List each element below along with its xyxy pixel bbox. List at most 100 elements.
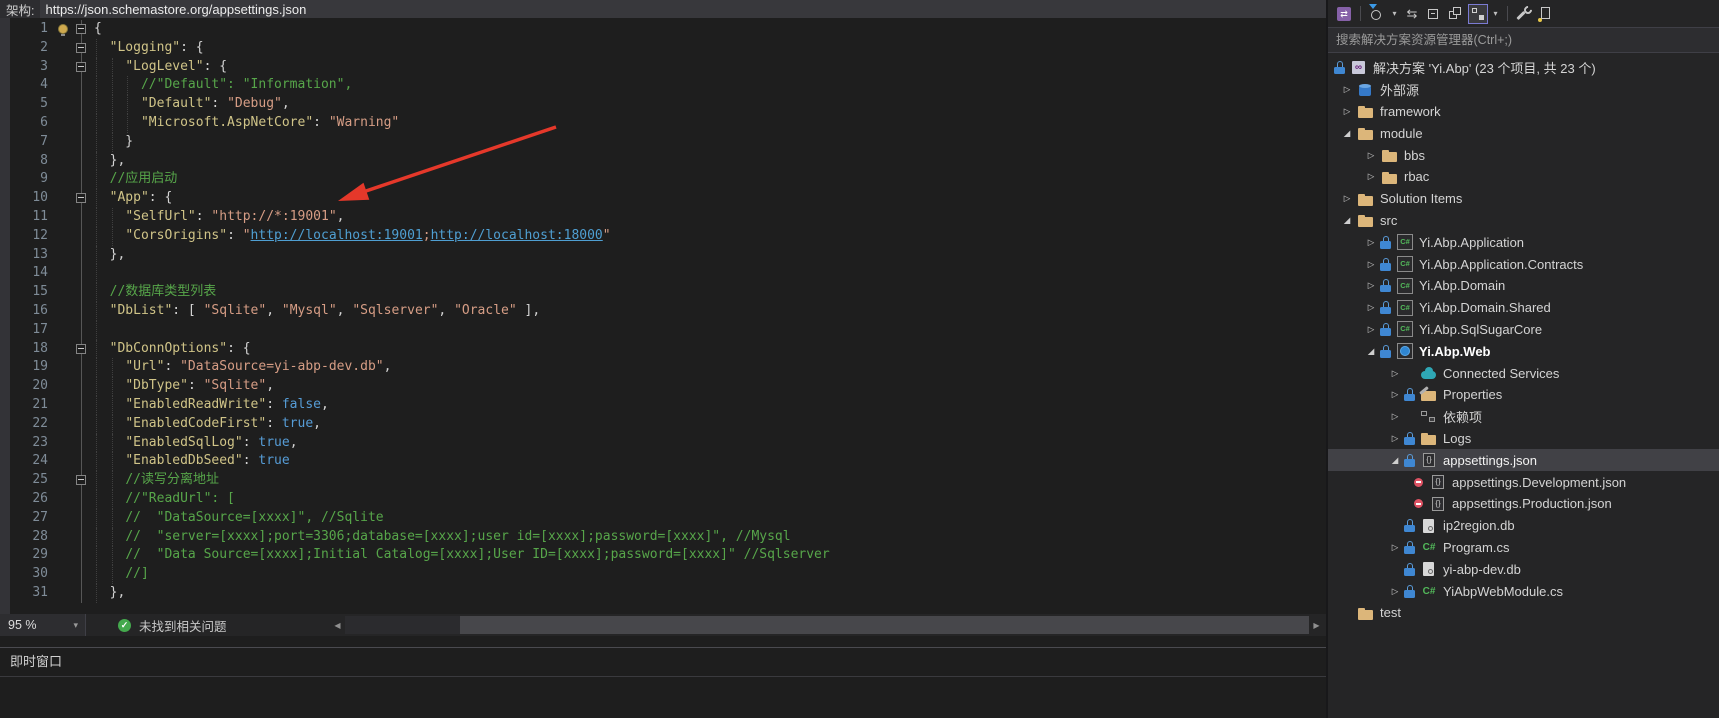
- tree-item[interactable]: ▷framework: [1328, 101, 1719, 123]
- preview-icon[interactable]: [1536, 4, 1556, 24]
- sync-selected-icon[interactable]: [1468, 4, 1488, 24]
- tree-item[interactable]: ▷Yi.Abp.Application: [1328, 231, 1719, 253]
- history-icon[interactable]: [1367, 4, 1387, 24]
- code-line[interactable]: 14: [0, 264, 1326, 283]
- chevron-collapsed-icon[interactable]: ▷: [1362, 280, 1380, 291]
- tree-item[interactable]: test: [1328, 602, 1719, 624]
- code-line[interactable]: 25 //读写分离地址: [0, 471, 1326, 490]
- fold-collapse-icon[interactable]: [76, 344, 86, 354]
- scrollbar-thumb[interactable]: [460, 616, 1309, 634]
- tree-item[interactable]: ▷YiAbpWebModule.cs: [1328, 580, 1719, 602]
- code-line[interactable]: 11 "SelfUrl": "http://*:19001",: [0, 208, 1326, 227]
- lightbulb-icon[interactable]: [58, 24, 68, 34]
- collapse-all-icon[interactable]: [1424, 4, 1444, 24]
- code-line[interactable]: 9 //应用启动: [0, 170, 1326, 189]
- code-line[interactable]: 28 // "server=[xxxx];port=3306;database=…: [0, 528, 1326, 547]
- search-input[interactable]: [1328, 28, 1719, 52]
- chevron-collapsed-icon[interactable]: ▷: [1362, 171, 1380, 182]
- tree-item[interactable]: ◢src: [1328, 210, 1719, 232]
- code-line[interactable]: 19 "Url": "DataSource=yi-abp-dev.db",: [0, 358, 1326, 377]
- fold-collapse-icon[interactable]: [76, 62, 86, 72]
- code-line[interactable]: 18 "DbConnOptions": {: [0, 340, 1326, 359]
- code-line[interactable]: 17: [0, 321, 1326, 340]
- chevron-collapsed-icon[interactable]: ▷: [1362, 259, 1380, 270]
- code-line[interactable]: 20 "DbType": "Sqlite",: [0, 377, 1326, 396]
- chevron-expanded-icon[interactable]: ◢: [1338, 215, 1356, 226]
- tree-item[interactable]: ◢appsettings.json: [1328, 449, 1719, 471]
- code-editor[interactable]: 1{2 "Logging": {3 "LogLevel": {4 //"Defa…: [0, 18, 1326, 614]
- code-line[interactable]: 4 //"Default": "Information",: [0, 76, 1326, 95]
- tree-item[interactable]: ▷Logs: [1328, 428, 1719, 450]
- tree-item[interactable]: yi-abp-dev.db: [1328, 558, 1719, 580]
- tree-item[interactable]: ▷Yi.Abp.Domain: [1328, 275, 1719, 297]
- code-line[interactable]: 22 "EnabledCodeFirst": true,: [0, 415, 1326, 434]
- tree-item[interactable]: ▷Yi.Abp.Application.Contracts: [1328, 253, 1719, 275]
- code-line[interactable]: 12 "CorsOrigins": "http://localhost:1900…: [0, 227, 1326, 246]
- tree-item[interactable]: ▷rbac: [1328, 166, 1719, 188]
- chevron-down-icon[interactable]: ▾: [1389, 9, 1400, 18]
- switch-views-icon[interactable]: [1334, 4, 1354, 24]
- tree-item[interactable]: ◢Yi.Abp.Web: [1328, 340, 1719, 362]
- scroll-left-icon[interactable]: ◀: [330, 621, 345, 630]
- code-line[interactable]: 16 "DbList": [ "Sqlite", "Mysql", "Sqlse…: [0, 302, 1326, 321]
- code-line[interactable]: 10 "App": {: [0, 189, 1326, 208]
- tree-item[interactable]: 解决方案 'Yi.Abp' (23 个项目, 共 23 个): [1328, 57, 1719, 79]
- code-line[interactable]: 3 "LogLevel": {: [0, 58, 1326, 77]
- tree-item[interactable]: ▷Yi.Abp.SqlSugarCore: [1328, 319, 1719, 341]
- fold-collapse-icon[interactable]: [76, 43, 86, 53]
- code-line[interactable]: 2 "Logging": {: [0, 39, 1326, 58]
- chevron-down-icon[interactable]: ▾: [1490, 9, 1501, 18]
- tree-item[interactable]: appsettings.Development.json: [1328, 471, 1719, 493]
- tree-item[interactable]: appsettings.Production.json: [1328, 493, 1719, 515]
- tree-item[interactable]: ip2region.db: [1328, 515, 1719, 537]
- tree-item[interactable]: ▷bbs: [1328, 144, 1719, 166]
- chevron-collapsed-icon[interactable]: ▷: [1386, 586, 1404, 597]
- code-line[interactable]: 29 // "Data Source=[xxxx];Initial Catalo…: [0, 546, 1326, 565]
- zoom-level-combobox[interactable]: 95 % ▾: [0, 614, 86, 636]
- code-line[interactable]: 1{: [0, 20, 1326, 39]
- tree-item[interactable]: ▷外部源: [1328, 79, 1719, 101]
- tree-item[interactable]: ▷Yi.Abp.Domain.Shared: [1328, 297, 1719, 319]
- code-line[interactable]: 21 "EnabledReadWrite": false,: [0, 396, 1326, 415]
- scroll-right-icon[interactable]: ▶: [1309, 621, 1324, 630]
- code-line[interactable]: 26 //"ReadUrl": [: [0, 490, 1326, 509]
- chevron-expanded-icon[interactable]: ◢: [1386, 455, 1404, 466]
- chevron-collapsed-icon[interactable]: ▷: [1338, 193, 1356, 204]
- tree-item[interactable]: ▷Properties: [1328, 384, 1719, 406]
- wrench-icon[interactable]: [1514, 4, 1534, 24]
- tree-item[interactable]: ◢module: [1328, 122, 1719, 144]
- chevron-expanded-icon[interactable]: ◢: [1362, 346, 1380, 357]
- code-line[interactable]: 5 "Default": "Debug",: [0, 95, 1326, 114]
- chevron-collapsed-icon[interactable]: ▷: [1386, 542, 1404, 553]
- chevron-expanded-icon[interactable]: ◢: [1338, 128, 1356, 139]
- chevron-collapsed-icon[interactable]: ▷: [1338, 106, 1356, 117]
- code-line[interactable]: 8 },: [0, 152, 1326, 171]
- code-line[interactable]: 7 }: [0, 133, 1326, 152]
- code-line[interactable]: 30 //]: [0, 565, 1326, 584]
- scrollbar-track[interactable]: [345, 616, 1309, 634]
- schema-url-combobox[interactable]: https://json.schemastore.org/appsettings…: [40, 0, 1326, 18]
- code-line[interactable]: 13 },: [0, 246, 1326, 265]
- code-line[interactable]: 23 "EnabledSqlLog": true,: [0, 434, 1326, 453]
- chevron-collapsed-icon[interactable]: ▷: [1362, 237, 1380, 248]
- code-line[interactable]: 6 "Microsoft.AspNetCore": "Warning": [0, 114, 1326, 133]
- fold-collapse-icon[interactable]: [76, 24, 86, 34]
- fold-collapse-icon[interactable]: [76, 475, 86, 485]
- chevron-collapsed-icon[interactable]: ▷: [1386, 389, 1404, 400]
- chevron-collapsed-icon[interactable]: ▷: [1338, 84, 1356, 95]
- horizontal-scrollbar[interactable]: ◀ ▶: [330, 616, 1324, 634]
- tree-item[interactable]: ▷Connected Services: [1328, 362, 1719, 384]
- chevron-collapsed-icon[interactable]: ▷: [1386, 433, 1404, 444]
- immediate-window-content[interactable]: [0, 677, 1326, 718]
- chevron-collapsed-icon[interactable]: ▷: [1362, 150, 1380, 161]
- chevron-collapsed-icon[interactable]: ▷: [1386, 368, 1404, 379]
- copy-squares-icon[interactable]: [1446, 4, 1466, 24]
- compare-icon[interactable]: [1402, 4, 1422, 24]
- code-line[interactable]: 15 //数据库类型列表: [0, 283, 1326, 302]
- code-line[interactable]: 31 },: [0, 584, 1326, 603]
- code-line[interactable]: 24 "EnabledDbSeed": true: [0, 452, 1326, 471]
- chevron-collapsed-icon[interactable]: ▷: [1386, 411, 1404, 422]
- code-line[interactable]: 27 // "DataSource=[xxxx]", //Sqlite: [0, 509, 1326, 528]
- fold-collapse-icon[interactable]: [76, 193, 86, 203]
- tree-item[interactable]: ▷Solution Items: [1328, 188, 1719, 210]
